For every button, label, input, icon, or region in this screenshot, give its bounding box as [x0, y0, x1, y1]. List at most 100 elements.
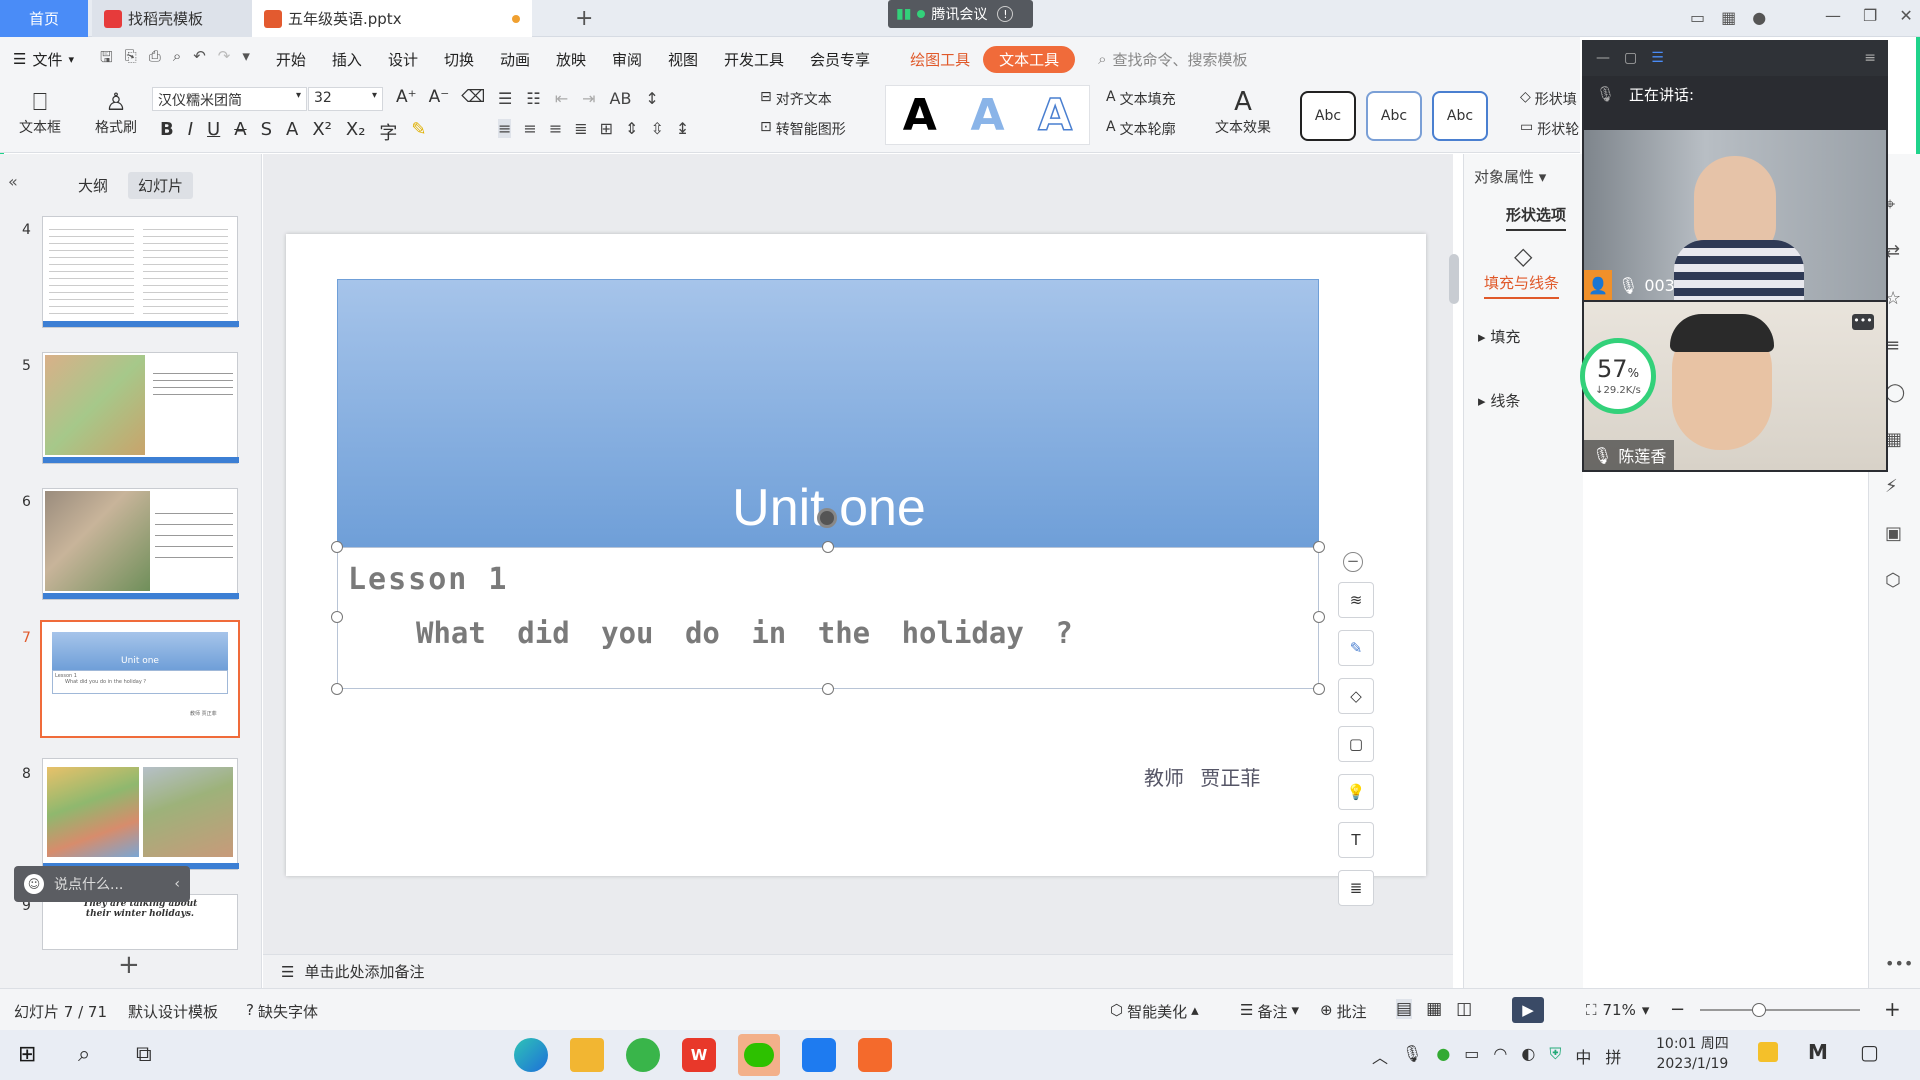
layout-icon[interactable]: ▭: [1690, 8, 1705, 27]
teacher-name[interactable]: 教师 贾正菲: [1144, 762, 1260, 791]
line-spacing-icon[interactable]: ↕: [645, 89, 658, 108]
action-center-icon[interactable]: ▢: [1860, 1040, 1879, 1064]
wechat-icon[interactable]: [738, 1034, 780, 1076]
vertical-scrollbar[interactable]: [1449, 168, 1459, 938]
justify-icon[interactable]: ≣: [574, 119, 587, 138]
search-icon[interactable]: ⌕: [78, 1042, 90, 1067]
wps-office-icon[interactable]: [858, 1038, 892, 1072]
lesson-question[interactable]: What did you do in the holiday ?: [416, 616, 1073, 650]
phonetic-icon[interactable]: 字: [379, 119, 397, 145]
subscript-icon[interactable]: X₂: [346, 119, 366, 145]
format-brush-button[interactable]: ♙ 格式刷: [86, 87, 146, 137]
menu-file[interactable]: ☰ 文件 ▾: [0, 49, 87, 70]
lesson-label[interactable]: Lesson 1: [348, 562, 509, 597]
menu-insert[interactable]: 插入: [319, 49, 375, 70]
zoom-slider[interactable]: [1700, 1003, 1860, 1017]
shrink-font-icon[interactable]: A⁻: [429, 87, 450, 107]
list-icon[interactable]: ☰: [1651, 50, 1664, 66]
menu-developer[interactable]: 开发工具: [711, 49, 797, 70]
underline-icon[interactable]: U: [207, 119, 220, 145]
slide-thumb-8[interactable]: [42, 758, 239, 870]
wifi-icon[interactable]: ◠: [1493, 1044, 1507, 1068]
font-name-select[interactable]: 汉仪糯米团简 ▾: [152, 87, 307, 111]
shape-style-2[interactable]: Abc: [1366, 91, 1422, 141]
frame-button[interactable]: ▢: [1338, 726, 1374, 762]
menu-view[interactable]: 视图: [655, 49, 711, 70]
tencent-meeting-icon[interactable]: [802, 1038, 836, 1072]
menu-review[interactable]: 审阅: [599, 49, 655, 70]
window-icon[interactable]: ▢: [1624, 50, 1637, 66]
text-fill-button[interactable]: A 文本填充: [1106, 89, 1176, 109]
ie-browser-icon[interactable]: [626, 1038, 660, 1072]
para-spacing-icon[interactable]: ↨: [676, 119, 689, 138]
resize-handle[interactable]: [822, 683, 834, 695]
align-right-icon[interactable]: ≡: [549, 119, 562, 138]
qq-icon[interactable]: ●: [1752, 8, 1766, 27]
zoom-out-button[interactable]: −: [1670, 999, 1685, 1020]
chat-icon[interactable]: ◯: [1885, 382, 1905, 403]
pin-icon[interactable]: ⌖: [1885, 194, 1905, 215]
align-center-icon[interactable]: ≡: [523, 119, 536, 138]
shape-style-1[interactable]: Abc: [1300, 91, 1356, 141]
search-box[interactable]: ⌕ 查找命令、搜索模板: [1085, 49, 1260, 70]
menu-design[interactable]: 设计: [375, 49, 431, 70]
sliders-icon[interactable]: ≡: [1885, 335, 1905, 356]
print-icon[interactable]: ⎙: [149, 47, 161, 72]
text-style-black[interactable]: A: [903, 90, 937, 141]
resize-handle[interactable]: [331, 541, 343, 553]
edge-browser-icon[interactable]: [514, 1038, 548, 1072]
highlight-icon[interactable]: ✎: [411, 119, 426, 145]
notes-button[interactable]: ☰ 备注 ▾: [1240, 1001, 1299, 1022]
shape-style-3[interactable]: Abc: [1432, 91, 1488, 141]
text-outline-button[interactable]: A 文本轮廓: [1106, 119, 1176, 139]
preview-icon[interactable]: ⌕: [173, 47, 181, 72]
lenovo-icon[interactable]: M: [1808, 1040, 1828, 1064]
adjust-icon[interactable]: ⇄: [1885, 241, 1905, 262]
resize-handle[interactable]: [822, 541, 834, 553]
meeting-indicator[interactable]: ▮▮ 腾讯会议 !: [888, 0, 1033, 28]
tab-file[interactable]: 五年级英语.pptx: [252, 0, 532, 37]
beautify-button[interactable]: ⬡ 智能美化 ▴: [1110, 1001, 1199, 1022]
font-size-select[interactable]: 32 ▾: [308, 87, 383, 111]
save-icon[interactable]: 🖫: [100, 47, 113, 72]
resize-handle[interactable]: [1313, 611, 1325, 623]
bold-icon[interactable]: B: [160, 119, 174, 145]
shape-outline-button[interactable]: ▭ 形状轮: [1520, 119, 1579, 139]
menu-draw-tools[interactable]: 绘图工具: [897, 49, 983, 70]
align-left-icon[interactable]: ≡: [498, 119, 512, 138]
mic-tray-icon[interactable]: 🎙: [1402, 1044, 1422, 1068]
ime-pinyin[interactable]: 拼: [1605, 1044, 1621, 1068]
bullet-list-icon[interactable]: ☰: [498, 89, 512, 108]
more-options-icon[interactable]: •••: [1885, 954, 1913, 973]
collapse-toolbar-icon[interactable]: −: [1343, 552, 1363, 572]
sogou-icon[interactable]: ●: [1436, 1044, 1450, 1068]
line-section[interactable]: ▸ 线条: [1478, 390, 1520, 411]
battery-icon[interactable]: ▭: [1464, 1044, 1479, 1068]
export-icon[interactable]: ⎘: [125, 47, 137, 72]
cube-icon[interactable]: ⬡: [1885, 570, 1905, 591]
menu-text-tools[interactable]: 文本工具: [983, 45, 1076, 73]
book-icon[interactable]: ▣: [1885, 523, 1905, 544]
chat-input[interactable]: ☺ 说点什么... ‹: [14, 866, 190, 902]
grid-icon[interactable]: ▦: [1885, 429, 1905, 450]
new-tab-button[interactable]: +: [575, 6, 593, 31]
slide-thumb-5[interactable]: [42, 352, 239, 464]
layers-button[interactable]: ≋: [1338, 582, 1374, 618]
tab-outline[interactable]: 大纲: [78, 175, 108, 196]
text-convert-button[interactable]: T: [1338, 822, 1374, 858]
zoom-control[interactable]: ⛶ 71% ▾: [1586, 1001, 1649, 1019]
menu-icon[interactable]: ≡: [1864, 50, 1876, 66]
font-color-icon[interactable]: A: [286, 119, 298, 145]
network-speed-ball[interactable]: 57% ↓29.2K/s: [1580, 338, 1656, 414]
italic-icon[interactable]: I: [188, 119, 193, 145]
resize-handle[interactable]: [1313, 541, 1325, 553]
distribute-icon[interactable]: ⊞: [600, 119, 613, 138]
redo-icon[interactable]: ↷: [218, 47, 231, 72]
spacing-before-icon[interactable]: ⇕: [625, 119, 638, 138]
more-icon[interactable]: ▾: [242, 47, 250, 72]
resize-handle[interactable]: [1313, 683, 1325, 695]
pen-button[interactable]: ✎: [1338, 630, 1374, 666]
strikethrough-icon[interactable]: A: [234, 119, 246, 145]
wps-icon[interactable]: W: [682, 1038, 716, 1072]
shape-fill-button[interactable]: ◇ 形状填: [1520, 89, 1577, 109]
